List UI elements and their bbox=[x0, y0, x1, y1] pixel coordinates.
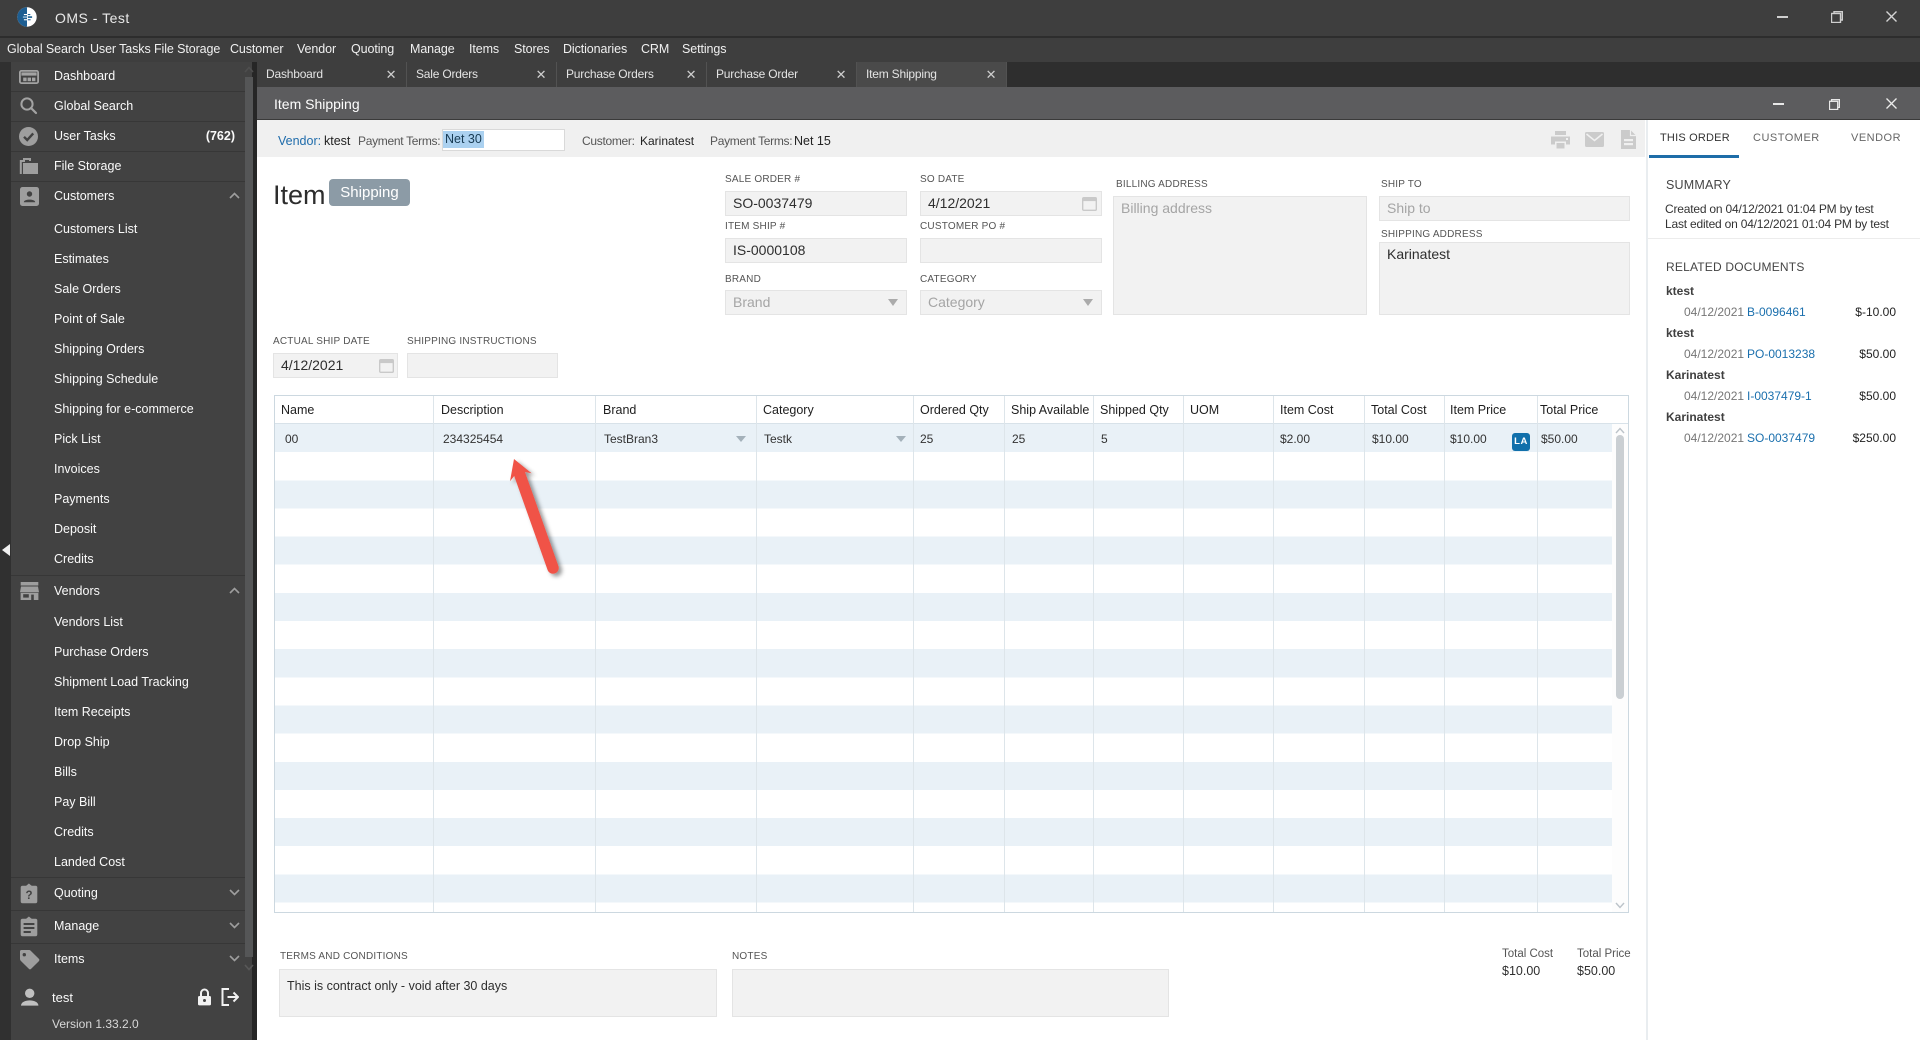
svg-text:?: ? bbox=[25, 890, 32, 902]
